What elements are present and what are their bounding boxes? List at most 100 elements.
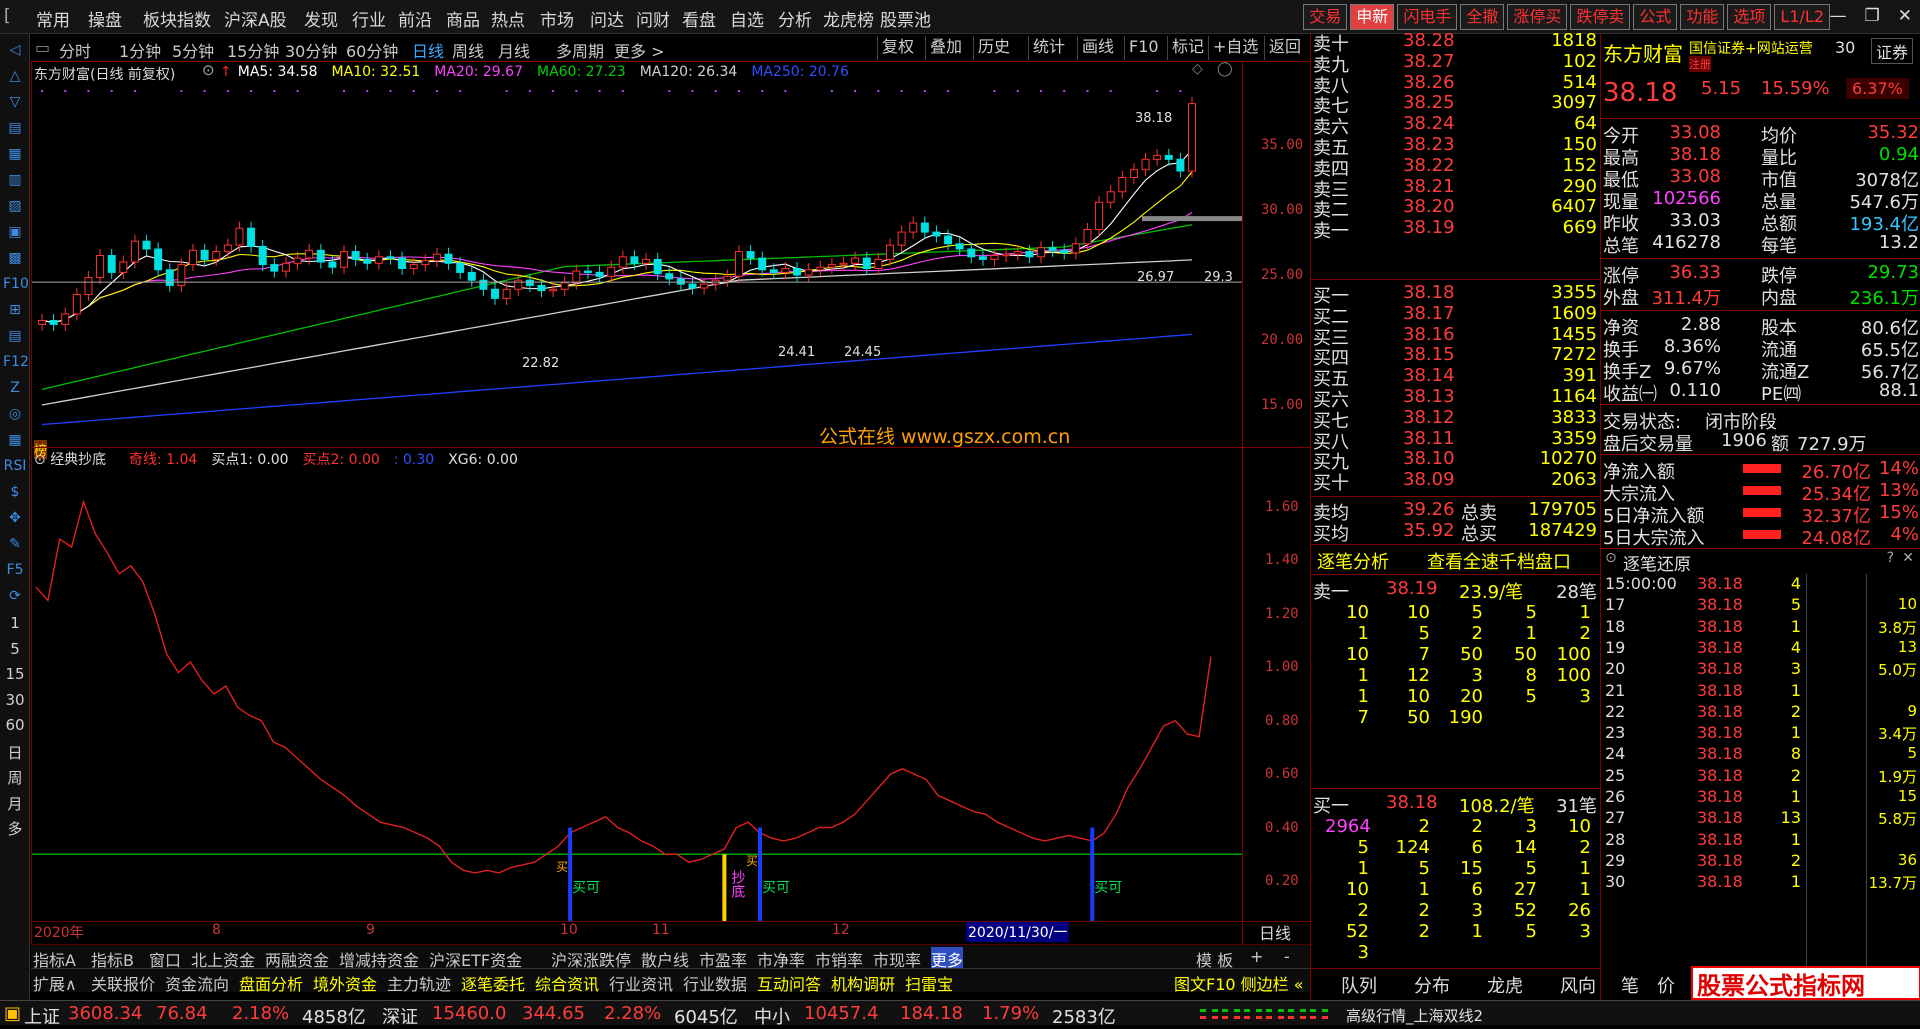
question-icon[interactable]: ? (1887, 550, 1894, 566)
close-icon[interactable]: ✕ (1898, 6, 1912, 26)
menu-item[interactable]: 板块指数 (143, 6, 211, 31)
menu-item[interactable]: 看盘 (682, 6, 716, 31)
toolbar-button[interactable]: 涨停买 (1507, 4, 1568, 30)
extension-tab[interactable]: 扩展∧ (33, 971, 77, 995)
move-icon[interactable]: ✥ (3, 506, 27, 530)
menu-item[interactable]: 股票池 (880, 6, 931, 31)
chart-tool-button[interactable]: 复权 (877, 36, 918, 60)
toolbar-button[interactable]: 选项 (1727, 4, 1772, 30)
list-icon[interactable]: ▤ (3, 116, 27, 140)
chart-tool-button[interactable]: 叠加 (925, 36, 966, 60)
extension-tab[interactable]: 资金流向 (165, 971, 229, 995)
minimize-icon[interactable]: — (1830, 6, 1847, 26)
back-icon[interactable]: ◁ (3, 38, 27, 62)
extension-tab[interactable]: 行业数据 (683, 971, 747, 995)
period-shortcut[interactable]: 多 (0, 818, 30, 839)
chart-icon[interactable]: ▨ (3, 194, 27, 218)
tab-period[interactable]: 5分钟 (172, 38, 214, 62)
toolbar-button[interactable]: 全撤 (1460, 4, 1505, 30)
toolbar-button[interactable]: 闪电手 (1397, 4, 1458, 30)
chevron-down-icon[interactable]: ⊙ (202, 61, 215, 79)
menu-item[interactable]: 商品 (446, 6, 480, 31)
table-icon[interactable]: ▩ (3, 246, 27, 270)
period-shortcut[interactable]: 15 (0, 665, 30, 683)
menu-item[interactable]: 沪深A股 (224, 6, 287, 31)
quote-tab[interactable]: 队列 (1341, 972, 1377, 998)
circle-icon[interactable]: ◯ (1217, 61, 1233, 77)
menu-item[interactable]: 市场 (540, 6, 574, 31)
extension-tab[interactable]: 主力轨迹 (387, 971, 451, 995)
tab-period[interactable]: 1分钟 (119, 38, 161, 62)
tab-period[interactable]: 60分钟 (346, 38, 398, 62)
menu-item[interactable]: 前沿 (398, 6, 432, 31)
extension-tab[interactable]: 逐笔委托 (461, 971, 525, 995)
quote-tab[interactable]: 龙虎 (1487, 972, 1523, 998)
restore-icon[interactable]: ❐ (1865, 6, 1880, 26)
f5-icon[interactable]: F5 (3, 558, 27, 582)
kline-icon[interactable]: ▥ (3, 168, 27, 192)
chart-tool-button[interactable]: 返回 (1264, 36, 1305, 60)
refresh-icon[interactable]: ⟳ (3, 584, 27, 608)
grid-icon[interactable]: ▦ (3, 428, 27, 452)
circle-icon[interactable]: ◎ (3, 402, 27, 426)
toolbar-button[interactable]: 申新 (1350, 4, 1395, 30)
extension-tab[interactable]: 行业资讯 (609, 971, 673, 995)
pencil-icon[interactable]: ✎ (3, 532, 27, 556)
grid-icon[interactable]: ▭ (35, 38, 50, 57)
period-shortcut[interactable]: 月 (0, 793, 30, 814)
menu-item[interactable]: 问达 (590, 6, 624, 31)
indicator-chart[interactable] (32, 467, 1242, 977)
rsi-icon[interactable]: RSI (3, 454, 27, 478)
tab-period[interactable]: 分时 (59, 38, 91, 62)
menu-item[interactable]: 分析 (778, 6, 812, 31)
period-shortcut[interactable]: 60 (0, 716, 30, 734)
extension-tab[interactable]: 机构调研 (831, 971, 895, 995)
chart-tool-button[interactable]: 历史 (973, 36, 1014, 60)
extension-tab[interactable]: 盘面分析 (239, 971, 303, 995)
menu-item[interactable]: 热点 (491, 6, 525, 31)
period-shortcut[interactable]: 5 (0, 640, 30, 658)
tab-period[interactable]: 日线 (412, 38, 444, 62)
up-icon[interactable]: △ (3, 64, 27, 88)
grid-icon[interactable]: ▦ (3, 142, 27, 166)
chart-area[interactable]: 东方财富(日线 前复权) ⊙ ↑ MA5: 34.58 MA10: 32.51 MA2… (31, 61, 1311, 973)
quote-tab[interactable]: 风向 (1560, 972, 1596, 998)
menu-item[interactable]: 自选 (730, 6, 764, 31)
report-icon[interactable]: ▤ (3, 324, 27, 348)
candlestick-chart[interactable] (32, 80, 1242, 444)
sidebar-toggle[interactable]: 图文F10 侧边栏 « (1174, 971, 1304, 995)
close-icon[interactable]: ✕ (1902, 550, 1914, 566)
menu-item[interactable]: 龙虎榜 (823, 6, 874, 31)
extension-tab[interactable]: 综合资讯 (535, 971, 599, 995)
menu-item[interactable]: 操盘 (88, 6, 122, 31)
menu-item[interactable]: 行业 (352, 6, 386, 31)
period-shortcut[interactable]: 日 (0, 742, 30, 763)
down-icon[interactable]: ▽ (3, 90, 27, 114)
tab-period[interactable]: 月线 (498, 38, 530, 62)
chart-tool-button[interactable]: 统计 (1028, 36, 1069, 60)
zoom-icon[interactable]: Z (3, 376, 27, 400)
extension-tab[interactable]: 境外资金 (313, 971, 377, 995)
f12-icon[interactable]: F12 (3, 350, 29, 374)
menu-item[interactable]: 发现 (304, 6, 338, 31)
extension-tab[interactable]: 关联报价 (91, 971, 155, 995)
menu-item[interactable]: 问财 (636, 6, 670, 31)
toolbar-button[interactable]: 功能 (1680, 4, 1725, 30)
tab-period[interactable]: 30分钟 (285, 38, 337, 62)
chart-tool-button[interactable]: 标记 (1167, 36, 1208, 60)
toolbar-button[interactable]: L1/L2 (1774, 4, 1830, 30)
tab-period[interactable]: 更多 > (614, 38, 665, 62)
money-icon[interactable]: $ (3, 480, 27, 504)
extension-tab[interactable]: 扫雷宝 (905, 971, 953, 995)
menu-item[interactable]: 常用 (36, 6, 70, 31)
period-shortcut[interactable]: 30 (0, 691, 30, 709)
toolbar-button[interactable]: 交易 (1303, 4, 1348, 30)
diamond-icon[interactable]: ◇ (1192, 61, 1203, 77)
toolbar-button[interactable]: 跌停卖 (1570, 4, 1631, 30)
tab-period[interactable]: 15分钟 (227, 38, 279, 62)
chart-tool-button[interactable]: F10 (1124, 36, 1163, 60)
extension-tab[interactable]: 互动问答 (757, 971, 821, 995)
remove-button[interactable]: - (1284, 947, 1290, 966)
tab-period[interactable]: 周线 (452, 38, 484, 62)
toolbar-button[interactable]: 公式 (1633, 4, 1678, 30)
